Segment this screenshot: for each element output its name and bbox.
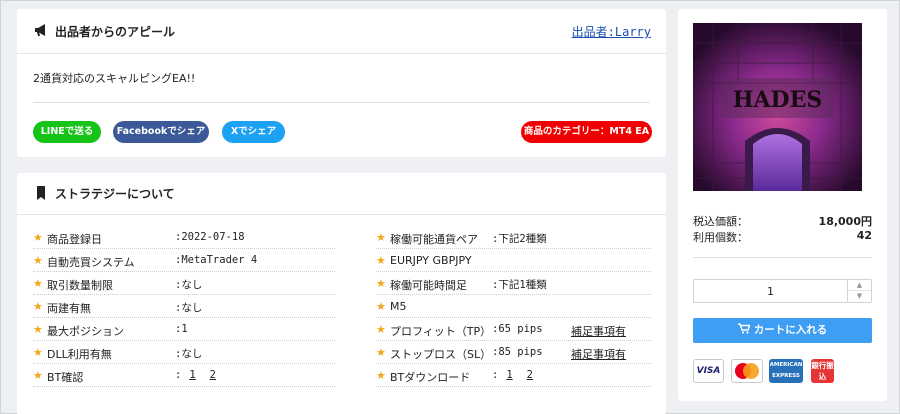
- table-row: ★ 商品登録日 :2022-07-18: [33, 226, 335, 249]
- price-label: 税込価額：: [693, 215, 748, 228]
- supplement-link[interactable]: 補足事項有: [571, 346, 626, 362]
- x-share-button[interactable]: Xでシェア: [222, 121, 285, 143]
- star-icon: ★: [376, 369, 386, 382]
- strategy-card: ストラテジーについて ★ 商品登録日 :2022-07-18 ★ 自動売買システム :Me…: [17, 173, 666, 414]
- add-to-cart-label: カートに入れる: [753, 324, 828, 336]
- row-label: 稼働可能通貨ペア: [390, 233, 478, 246]
- bookmark-icon: [37, 186, 45, 200]
- row-label: BT確認: [47, 371, 84, 384]
- appeal-title: 出品者からのアピール: [55, 25, 176, 39]
- link-1[interactable]: 1: [189, 369, 195, 381]
- row-value: :なし: [175, 348, 203, 360]
- category-badge[interactable]: 商品のカテゴリー：MT4 EA: [521, 121, 652, 143]
- row-label: プロフィット（TP）: [390, 325, 492, 338]
- appeal-text: 2通貨対応のスキャルピングEA!!: [33, 72, 196, 85]
- star-icon: ★: [33, 346, 43, 359]
- mastercard-icon: [731, 359, 763, 383]
- row-label: 最大ポジション: [47, 325, 124, 338]
- row-label: EURJPY GBPJPY: [390, 254, 472, 267]
- usage-value: 42: [856, 229, 872, 242]
- table-row: ★ 稼働可能時間足 :下記1種類: [376, 272, 651, 295]
- row-value: :1: [175, 323, 188, 335]
- row-label: ストップロス（SL）: [390, 348, 492, 361]
- line-share-button[interactable]: LINEで送る: [33, 121, 101, 143]
- table-row: ★ プロフィット（TP）:65 pips 補足事項有: [376, 318, 651, 341]
- chevron-up-icon[interactable]: ▲: [848, 280, 871, 291]
- star-icon: ★: [33, 369, 43, 382]
- row-label: M5: [390, 300, 407, 313]
- facebook-share-button[interactable]: Facebookでシェア: [113, 121, 209, 143]
- visa-icon: VISA: [693, 359, 724, 383]
- row-value: :下記1種類: [492, 279, 547, 291]
- star-icon: ★: [33, 300, 43, 313]
- row-value: :85 pips: [492, 346, 543, 358]
- star-icon: ★: [33, 231, 43, 244]
- row-value: :なし: [175, 302, 203, 314]
- supplement-link[interactable]: 補足事項有: [571, 323, 626, 339]
- link-1[interactable]: 1: [506, 369, 512, 381]
- quantity-stepper[interactable]: 1 ▲ ▼: [693, 279, 872, 303]
- row-label: 稼働可能時間足: [390, 279, 467, 292]
- row-label: DLL利用有無: [47, 348, 112, 361]
- table-row: ★ 取引数量制限 :なし: [33, 272, 335, 295]
- star-icon: ★: [33, 277, 43, 290]
- row-value: :65 pips: [492, 323, 543, 335]
- product-image-title: HADES: [733, 87, 823, 113]
- table-row: ★ 最大ポジション :1: [33, 318, 335, 341]
- star-icon: ★: [376, 277, 386, 290]
- row-label: 自動売買システム: [47, 256, 135, 269]
- add-to-cart-button[interactable]: カートに入れる: [693, 318, 872, 343]
- row-label: 取引数量制限: [47, 279, 113, 292]
- row-value: :2022-07-18: [175, 231, 245, 243]
- row-label: 商品登録日: [47, 233, 102, 246]
- row-value: :なし: [175, 279, 203, 291]
- price-value: 18,000円: [818, 215, 872, 228]
- divider: [33, 102, 650, 103]
- row-label: BTダウンロード: [390, 371, 471, 384]
- row-label: 両建有無: [47, 302, 91, 315]
- row-value: :MetaTrader 4: [175, 254, 258, 266]
- amex-icon: AMERICAN EXPRESS: [769, 359, 803, 383]
- table-row: ★ EURJPY GBPJPY: [376, 249, 651, 272]
- link-2[interactable]: 2: [527, 369, 533, 381]
- table-row: ★ BTダウンロード:1 2: [376, 364, 651, 387]
- table-row: ★ M5: [376, 295, 651, 318]
- seller-link[interactable]: 出品者:Larry: [572, 23, 651, 40]
- usage-row: 利用個数： 42: [693, 229, 872, 245]
- link-2[interactable]: 2: [210, 369, 216, 381]
- star-icon: ★: [33, 254, 43, 267]
- table-row: ★ DLL利用有無 :なし: [33, 341, 335, 364]
- strategy-header: ストラテジーについて: [17, 173, 666, 215]
- seller-appeal-card: 出品者からのアピール 出品者:Larry 2通貨対応のスキャルピングEA!! L…: [17, 9, 666, 157]
- megaphone-icon: [35, 24, 45, 36]
- quantity-input[interactable]: 1: [694, 285, 847, 298]
- star-icon: ★: [376, 254, 386, 267]
- quantity-step-buttons: ▲ ▼: [847, 280, 871, 302]
- row-value: :12: [175, 369, 216, 381]
- appeal-header: 出品者からのアピール 出品者:Larry: [17, 9, 666, 54]
- usage-label: 利用個数：: [693, 231, 748, 244]
- row-value: :下記2種類: [492, 233, 547, 245]
- table-row: ★ BT確認:1 2: [33, 364, 335, 387]
- chevron-down-icon[interactable]: ▼: [848, 291, 871, 302]
- star-icon: ★: [376, 346, 386, 359]
- divider: [693, 257, 872, 258]
- price-row: 税込価額： 18,000円: [693, 213, 872, 229]
- table-row: ★ ストップロス（SL）:85 pips 補足事項有: [376, 341, 651, 364]
- star-icon: ★: [376, 300, 386, 313]
- strategy-title: ストラテジーについて: [55, 187, 175, 201]
- product-image: HADES: [693, 23, 862, 191]
- star-icon: ★: [376, 231, 386, 244]
- cart-icon: [737, 323, 751, 334]
- table-row: ★ 両建有無 :なし: [33, 295, 335, 318]
- star-icon: ★: [376, 323, 386, 336]
- star-icon: ★: [33, 323, 43, 336]
- table-row: ★ 稼働可能通貨ペア :下記2種類: [376, 226, 651, 249]
- bank-transfer-icon: 銀行振込: [811, 359, 834, 383]
- purchase-card: HADES 税込価額： 18,000円 利用個数： 42 1 ▲ ▼ カートに入…: [678, 9, 887, 401]
- table-row: ★ 自動売買システム :MetaTrader 4: [33, 249, 335, 272]
- row-value: :12: [492, 369, 533, 381]
